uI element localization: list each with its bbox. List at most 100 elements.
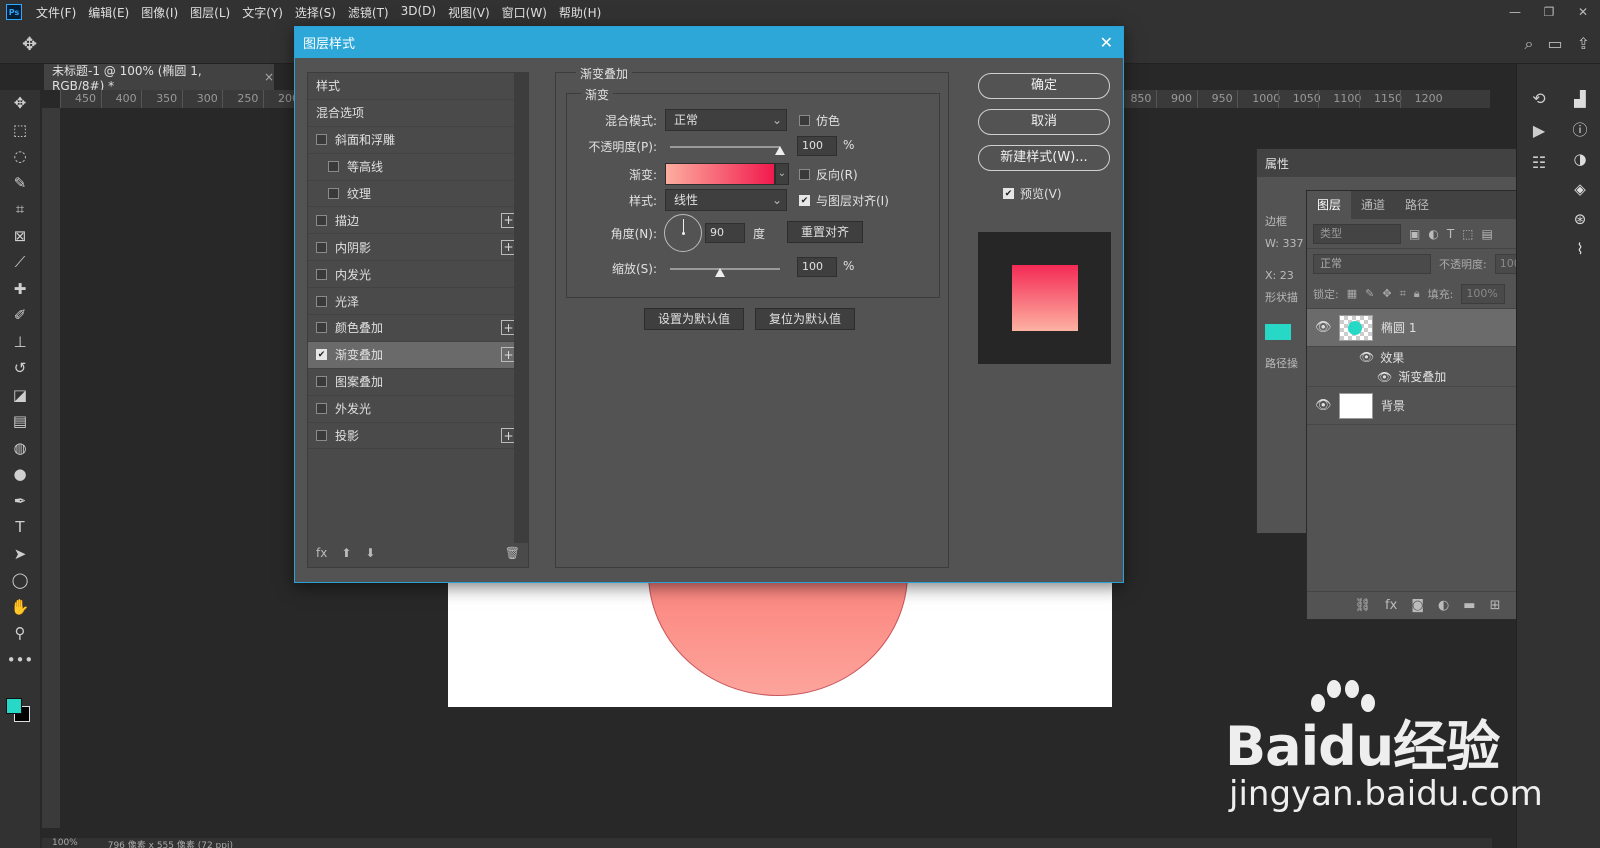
lock-position-icon[interactable]: ✥ (1382, 287, 1391, 300)
x-value[interactable]: 23 (1280, 269, 1294, 282)
ellipse-shape[interactable] (648, 570, 908, 696)
gradient-picker-arrow[interactable]: ⌄ (775, 163, 789, 185)
type-tool-icon[interactable]: T (0, 514, 40, 541)
frame-tool-icon[interactable]: ⊠ (0, 223, 40, 250)
channels-dock-icon[interactable]: ⊛ (1560, 204, 1600, 234)
menu-edit[interactable]: 编辑(E) (82, 4, 135, 21)
dither-checkbox-box[interactable] (799, 115, 810, 126)
menu-layer[interactable]: 图层(L) (184, 4, 236, 21)
lock-all-icon[interactable]: 🔒︎ (1414, 287, 1420, 301)
w-value[interactable]: 337 (1282, 237, 1303, 250)
share-icon[interactable]: ⇪ (1577, 34, 1590, 54)
effect-eye-icon[interactable]: 👁︎ (1377, 370, 1392, 384)
ellipse-tool-icon[interactable]: ◯ (0, 567, 40, 594)
style-checkbox[interactable] (316, 295, 327, 307)
style-item[interactable]: 内阴影 + (308, 234, 524, 262)
blend-mode-select[interactable]: 正常 ⌄ (665, 109, 787, 131)
reverse-checkbox-box[interactable] (799, 169, 810, 180)
gradient-tool-icon[interactable]: ▤ (0, 408, 40, 435)
tab-layers[interactable]: 图层 (1307, 191, 1352, 219)
scale-slider-knob[interactable] (714, 268, 725, 277)
style-checkbox[interactable] (316, 322, 327, 334)
move-tool-icon[interactable]: ✥ (22, 34, 37, 55)
reverse-checkbox[interactable]: 反向(R) (799, 166, 858, 183)
close-icon[interactable]: ✕ (1100, 33, 1113, 52)
paths-dock-icon[interactable]: ⌇ (1560, 234, 1600, 264)
restore-icon[interactable]: ❐ (1532, 5, 1566, 19)
brush-tool-icon[interactable]: ✐ (0, 302, 40, 329)
style-list-scrollbar[interactable] (514, 73, 528, 543)
new-style-button[interactable]: 新建样式(W)... (978, 145, 1110, 171)
angle-dial[interactable] (664, 214, 702, 252)
dither-checkbox[interactable]: 仿色 (799, 112, 840, 129)
style-checkbox[interactable] (316, 214, 327, 226)
hand-tool-icon[interactable]: ✋ (0, 594, 40, 621)
style-item[interactable]: 纹理 (308, 181, 524, 208)
style-checkbox[interactable] (316, 376, 327, 388)
filter-adjust-icon[interactable]: ◐ (1428, 227, 1438, 241)
menu-3d[interactable]: 3D(D) (395, 4, 442, 21)
blur-tool-icon[interactable]: ◍ (0, 435, 40, 462)
lock-paint-icon[interactable]: ✎ (1365, 287, 1374, 300)
set-default-button[interactable]: 设置为默认值 (644, 308, 744, 330)
adjustment-layer-icon[interactable]: ◐ (1438, 598, 1449, 613)
document-canvas[interactable] (448, 570, 1112, 707)
filter-type-icon[interactable]: T (1447, 227, 1454, 241)
opacity-input[interactable]: 100 (797, 136, 837, 156)
color-icon[interactable]: ◑ (1560, 144, 1600, 174)
fill-value[interactable]: 100% (1461, 283, 1506, 304)
lasso-tool-icon[interactable]: ◌ (0, 143, 40, 170)
zoom-tool-icon[interactable]: ⚲ (0, 620, 40, 647)
dodge-tool-icon[interactable]: ● (0, 461, 40, 488)
menu-view[interactable]: 视图(V) (442, 4, 496, 21)
style-item[interactable]: 颜色叠加 + (308, 315, 524, 342)
menu-filter[interactable]: 滤镜(T) (342, 4, 395, 21)
history-icon[interactable]: ⟲ (1517, 82, 1561, 114)
opacity-slider-knob[interactable] (775, 146, 785, 155)
eraser-tool-icon[interactable]: ◪ (0, 382, 40, 409)
filter-shape-icon[interactable]: ⬚ (1462, 227, 1473, 241)
move-down-icon[interactable]: ⬇ (365, 546, 375, 560)
search-icon[interactable]: ⌕ (1525, 34, 1534, 54)
gradient-swatch[interactable] (665, 163, 775, 185)
add-effect-fx-icon[interactable]: fx (316, 546, 327, 560)
layer-blend-mode[interactable]: 正常 (1313, 254, 1431, 274)
style-item[interactable]: 描边 + (308, 207, 524, 235)
scale-slider[interactable] (670, 268, 780, 270)
path-select-icon[interactable]: ➤ (0, 541, 40, 568)
menu-window[interactable]: 窗口(W) (496, 4, 553, 21)
move-tool-icon[interactable]: ✥ (0, 90, 40, 117)
add-mask-icon[interactable]: ◙ (1411, 598, 1424, 613)
preview-checkbox[interactable]: ✔ 预览(V) (1003, 185, 1062, 202)
stamp-tool-icon[interactable]: ⊥ (0, 329, 40, 356)
style-checkbox[interactable] (316, 403, 327, 415)
ok-button[interactable]: 确定 (978, 73, 1110, 99)
info-icon[interactable]: ⓘ (1560, 114, 1600, 144)
foreground-color-swatch[interactable] (6, 698, 22, 714)
more-tools-icon[interactable]: ••• (0, 647, 40, 674)
style-checkbox[interactable] (328, 188, 339, 199)
menu-select[interactable]: 选择(S) (289, 4, 342, 21)
style-checkbox[interactable] (328, 161, 339, 173)
add-style-icon[interactable]: fx (1385, 598, 1397, 613)
style-item[interactable]: 图案叠加 (308, 369, 524, 396)
crop-tool-icon[interactable]: ⌗ (0, 196, 40, 223)
move-up-icon[interactable]: ⬆ (341, 546, 351, 560)
style-item[interactable]: 外发光 (308, 396, 524, 423)
style-item[interactable]: 内发光 (308, 261, 524, 289)
layer-filter-select[interactable]: 类型 (1313, 223, 1401, 244)
tab-channels[interactable]: 通道 (1351, 191, 1395, 219)
style-item[interactable]: 投影 + (308, 423, 524, 450)
healing-brush-icon[interactable]: ✚ (0, 276, 40, 303)
style-checkbox[interactable] (316, 268, 327, 280)
opacity-slider[interactable] (670, 146, 780, 148)
menu-type[interactable]: 文字(Y) (236, 4, 289, 21)
style-item[interactable]: 混合选项 (308, 100, 524, 127)
cancel-button[interactable]: 取消 (978, 109, 1110, 135)
fill-color-swatch[interactable] (1265, 324, 1291, 340)
document-tab[interactable]: 未标题-1 @ 100% (椭圆 1, RGB/8#) * × (44, 64, 274, 93)
dialog-title-bar[interactable]: 图层样式 ✕ (295, 27, 1123, 58)
workspace-icon[interactable]: ▭ (1547, 34, 1562, 54)
scale-input[interactable]: 100 (797, 257, 837, 277)
layers-dock-icon[interactable]: ◈ (1560, 174, 1600, 204)
